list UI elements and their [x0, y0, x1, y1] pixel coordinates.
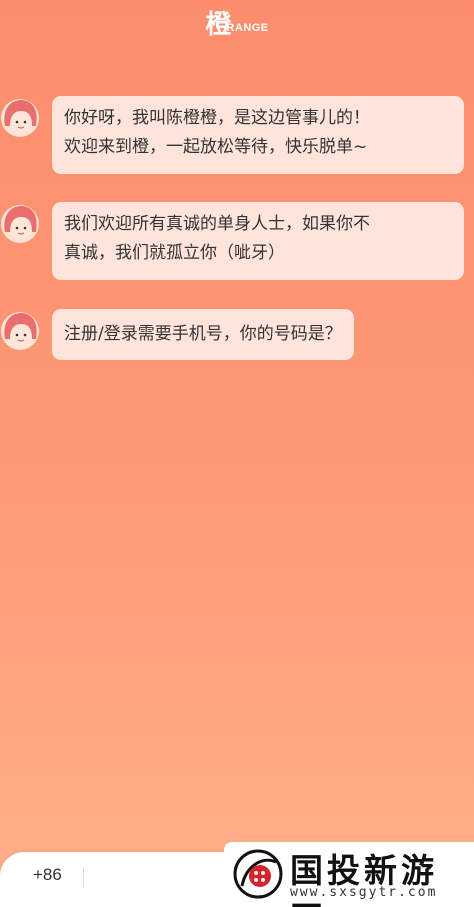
watermark-logo-icon [233, 849, 283, 899]
message-line: 欢迎来到橙，一起放松等待，快乐脱单~ [64, 137, 368, 157]
message-bubble: 我们欢迎所有真诚的单身人士，如果你不 真诚，我们就孤立你（呲牙） [52, 202, 464, 280]
assistant-avatar-icon [1, 205, 39, 243]
app-logo: 橙RANGE [0, 4, 474, 41]
message-line: 我们欢迎所有真诚的单身人士，如果你不 [64, 214, 370, 234]
site-watermark: 国投新游网 www.sxsgytr.com [224, 842, 474, 907]
message-line: 真诚，我们就孤立你（呲牙） [64, 243, 285, 263]
logo-word: RANGE [226, 22, 269, 34]
message-bubble: 你好呀，我叫陈橙橙，是这边管事儿的！ 欢迎来到橙，一起放松等待，快乐脱单~ [52, 96, 464, 174]
input-divider [83, 868, 84, 888]
assistant-avatar-icon [1, 99, 39, 137]
phone-number-input[interactable] [95, 862, 219, 894]
message-bubble: 注册/登录需要手机号，你的号码是？ [52, 309, 354, 360]
country-code-selector[interactable]: +86 [33, 865, 62, 885]
message-line: 你好呀，我叫陈橙橙，是这边管事儿的！ [64, 108, 370, 128]
watermark-url: www.sxsgytr.com [290, 885, 438, 900]
assistant-avatar-icon [1, 312, 39, 350]
chat-screen: 橙RANGE 你好呀，我叫陈橙橙，是这边管事儿的！ 欢迎来到橙，一起放松等待，快… [0, 0, 474, 907]
message-line: 注册/登录需要手机号，你的号码是？ [64, 324, 342, 344]
